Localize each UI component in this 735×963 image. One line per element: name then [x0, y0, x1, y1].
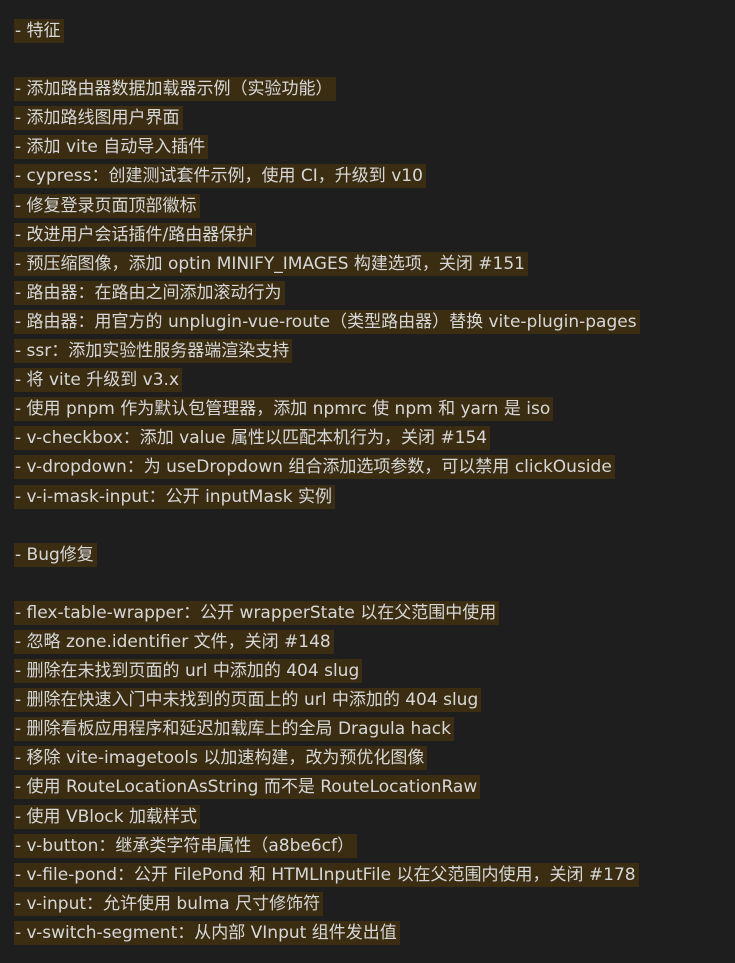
features-item: - cypress：创建测试套件示例，使用 CI，升级到 v10	[14, 162, 735, 191]
features-item: - 改进用户会话插件/路由器保护	[14, 221, 735, 250]
features-item-text: - 添加 vite 自动导入插件	[14, 135, 209, 160]
features-item: - v-dropdown：为 useDropdown 组合添加选项参数，可以禁用…	[14, 453, 735, 482]
features-item: - 路由器：用官方的 unplugin-vue-route（类型路由器）替换 v…	[14, 308, 735, 337]
features-item: - 修复登录页面顶部徽标	[14, 192, 735, 221]
features-item: - ssr：添加实验性服务器端渲染支持	[14, 337, 735, 366]
features-item: - 添加路线图用户界面	[14, 104, 735, 133]
bugfixes-item: - v-input：允许使用 bulma 尺寸修饰符	[14, 890, 735, 919]
features-item: - 添加 vite 自动导入插件	[14, 133, 735, 162]
features-item: - v-checkbox：添加 value 属性以匹配本机行为，关闭 #154	[14, 424, 735, 453]
bugfixes-item: - 忽略 zone.identifier 文件，关闭 #148	[14, 628, 735, 657]
bugfixes-item-text: - 删除在未找到页面的 url 中添加的 404 slug	[14, 659, 363, 684]
bugfixes-item-text: - 忽略 zone.identifier 文件，关闭 #148	[14, 629, 334, 654]
text-editor[interactable]: - 特征 - 添加路由器数据加载器示例（实验功能） - 添加路线图用户界面 - …	[0, 0, 735, 963]
features-item: - 添加路由器数据加载器示例（实验功能）	[14, 75, 735, 104]
bugfixes-item: - 使用 VBlock 加载样式	[14, 803, 735, 832]
bugfixes-item: - 使用 RouteLocationAsString 而不是 RouteLoca…	[14, 773, 735, 802]
features-heading: - 特征	[14, 19, 64, 43]
features-item-text: - 修复登录页面顶部徽标	[14, 193, 200, 218]
bugfixes-item: - v-switch-segment：从内部 VInput 组件发出值	[14, 919, 735, 948]
bugfixes-heading: - Bug修复	[14, 542, 97, 567]
features-item-text: - 路由器：用官方的 unplugin-vue-route（类型路由器）替换 v…	[14, 309, 640, 334]
features-item-text: - 使用 pnpm 作为默认包管理器，添加 npmrc 使 npm 和 yarn…	[14, 397, 554, 422]
features-item-text: - ssr：添加实验性服务器端渲染支持	[14, 339, 293, 364]
bugfixes-item-text: - v-button：继承类字符串属性（a8be6cf）	[14, 833, 357, 858]
bugfixes-item: - v-button：继承类字符串属性（a8be6cf）	[14, 832, 735, 861]
bugfixes-item-text: - 使用 VBlock 加载样式	[14, 804, 200, 829]
features-item-text: - 添加路由器数据加载器示例（实验功能）	[14, 77, 336, 102]
bugfixes-item-text: - 使用 RouteLocationAsString 而不是 RouteLoca…	[14, 775, 481, 800]
features-heading-line: - 特征	[14, 17, 735, 46]
features-item-text: - 改进用户会话插件/路由器保护	[14, 222, 257, 247]
bugfixes-item-text: - 移除 vite-imagetools 以加速构建，改为预优化图像	[14, 746, 428, 771]
bugfixes-item: - 移除 vite-imagetools 以加速构建，改为预优化图像	[14, 744, 735, 773]
features-item-text: - 预压缩图像，添加 optin MINIFY_IMAGES 构建选项，关闭 #…	[14, 251, 528, 276]
features-item-text: - v-checkbox：添加 value 属性以匹配本机行为，关闭 #154	[14, 426, 491, 451]
features-item-text: - v-dropdown：为 useDropdown 组合添加选项参数，可以禁用…	[14, 455, 615, 480]
bugfixes-item: - 删除在未找到页面的 url 中添加的 404 slug	[14, 657, 735, 686]
bugfixes-item: - flex-table-wrapper：公开 wrapperState 以在父…	[14, 599, 735, 628]
bugfixes-item-text: - v-switch-segment：从内部 VInput 组件发出值	[14, 920, 400, 945]
features-item: - v-i-mask-input：公开 inputMask 实例	[14, 483, 735, 512]
features-item-text: - 路由器：在路由之间添加滚动行为	[14, 280, 285, 305]
bugfixes-heading-line: - Bug修复	[14, 541, 735, 570]
features-item-text: - 将 vite 升级到 v3.x	[14, 368, 182, 393]
features-item-text: - v-i-mask-input：公开 inputMask 实例	[14, 484, 335, 509]
bugfixes-item: - 删除在快速入门中未找到的页面上的 url 中添加的 404 slug	[14, 686, 735, 715]
bugfixes-item-text: - v-file-pond：公开 FilePond 和 HTMLInputFil…	[14, 862, 639, 887]
features-item: - 预压缩图像，添加 optin MINIFY_IMAGES 构建选项，关闭 #…	[14, 250, 735, 279]
bugfixes-item: - 删除看板应用程序和延迟加载库上的全局 Dragula hack	[14, 715, 735, 744]
features-item: - 路由器：在路由之间添加滚动行为	[14, 279, 735, 308]
bugfixes-item-text: - 删除看板应用程序和延迟加载库上的全局 Dragula hack	[14, 717, 454, 742]
bugfixes-item-text: - v-input：允许使用 bulma 尺寸修饰符	[14, 891, 324, 916]
bugfixes-item-text: - 删除在快速入门中未找到的页面上的 url 中添加的 404 slug	[14, 688, 482, 713]
features-item-text: - 添加路线图用户界面	[14, 106, 183, 131]
features-item-text: - cypress：创建测试套件示例，使用 CI，升级到 v10	[14, 164, 426, 189]
bugfixes-item: - v-file-pond：公开 FilePond 和 HTMLInputFil…	[14, 861, 735, 890]
features-item: - 使用 pnpm 作为默认包管理器，添加 npmrc 使 npm 和 yarn…	[14, 395, 735, 424]
bugfixes-item-text: - flex-table-wrapper：公开 wrapperState 以在父…	[14, 600, 500, 625]
features-item: - 将 vite 升级到 v3.x	[14, 366, 735, 395]
